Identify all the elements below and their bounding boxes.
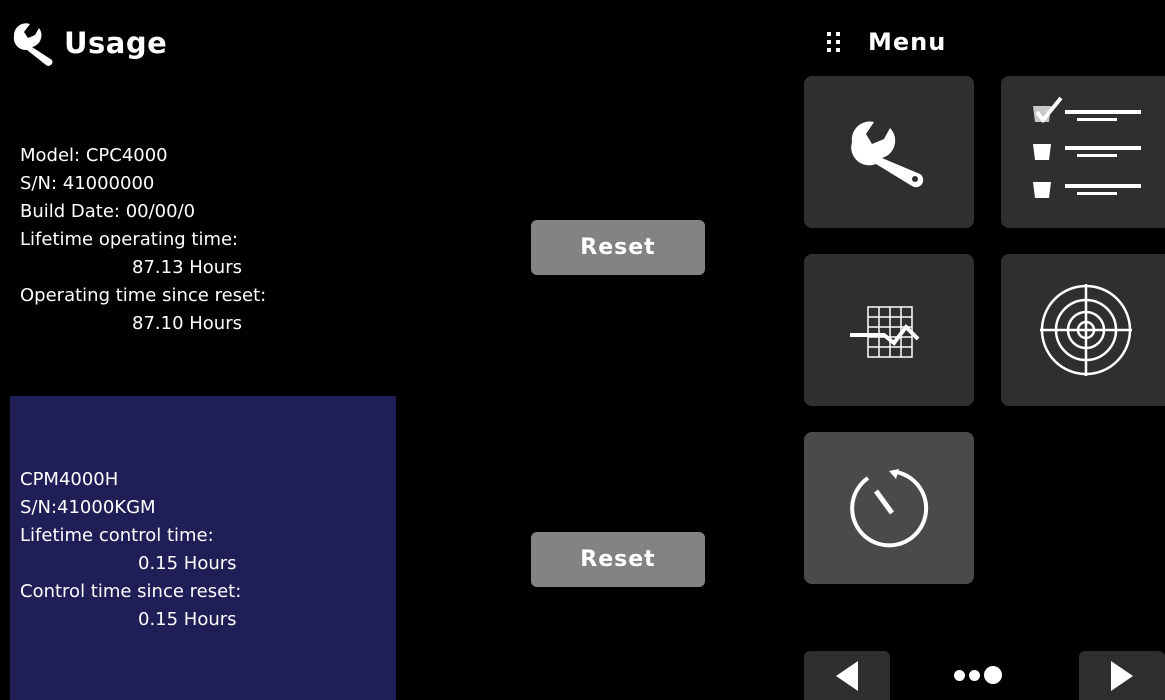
grid-dots-icon bbox=[827, 32, 840, 52]
lifetime-operating-value: 87.13 Hours bbox=[132, 257, 242, 278]
since-reset-label: Operating time since reset: bbox=[20, 285, 267, 306]
lifetime-control-label: Lifetime control time: bbox=[20, 525, 214, 546]
page-dot-current bbox=[984, 666, 1002, 684]
arrow-left-icon bbox=[836, 660, 858, 691]
instrument-build-date: Build Date: 00/00/0 bbox=[20, 201, 196, 222]
page-indicator bbox=[954, 666, 1002, 684]
trend-chart-tile[interactable] bbox=[804, 254, 974, 406]
page-dot bbox=[954, 669, 965, 681]
timer-icon bbox=[850, 469, 929, 548]
controller-info: CPM4000H S/N:41000KGM Lifetime control t… bbox=[20, 466, 241, 634]
instrument-serial: S/N: 41000000 bbox=[20, 173, 155, 194]
menu-label: Menu bbox=[868, 28, 947, 56]
wrench-icon bbox=[13, 23, 53, 66]
menu-header[interactable]: Menu bbox=[826, 28, 946, 56]
target-icon bbox=[1040, 284, 1132, 376]
controller-model: CPM4000H bbox=[20, 469, 119, 490]
instrument-model: Model: CPC4000 bbox=[20, 145, 168, 166]
controller-serial: S/N:41000KGM bbox=[20, 497, 156, 518]
page-dot bbox=[969, 669, 980, 681]
lifetime-operating-label: Lifetime operating time: bbox=[20, 229, 239, 250]
next-page-button[interactable] bbox=[1079, 651, 1165, 700]
previous-page-button[interactable] bbox=[804, 651, 890, 700]
instrument-info: Model: CPC4000 S/N: 41000000 Build Date:… bbox=[20, 142, 266, 338]
reset-operating-time-button[interactable]: Reset bbox=[531, 220, 705, 275]
page-title: Usage bbox=[64, 26, 168, 60]
lifetime-control-value: 0.15 Hours bbox=[138, 553, 237, 574]
since-reset-value: 87.10 Hours bbox=[132, 313, 242, 334]
timer-tile[interactable] bbox=[804, 432, 974, 584]
setup-tile[interactable] bbox=[804, 76, 974, 228]
chart-trend-icon bbox=[850, 306, 920, 358]
control-since-reset-label: Control time since reset: bbox=[20, 581, 242, 602]
wrench-icon bbox=[851, 121, 924, 188]
checklist-tile[interactable] bbox=[1001, 76, 1165, 228]
title-bar: Usage bbox=[8, 20, 167, 66]
reset-control-time-button[interactable]: Reset bbox=[531, 532, 705, 587]
control-since-reset-value: 0.15 Hours bbox=[138, 609, 237, 630]
checklist-icon bbox=[1033, 96, 1141, 198]
target-tile[interactable] bbox=[1001, 254, 1165, 406]
arrow-right-icon bbox=[1111, 660, 1133, 691]
